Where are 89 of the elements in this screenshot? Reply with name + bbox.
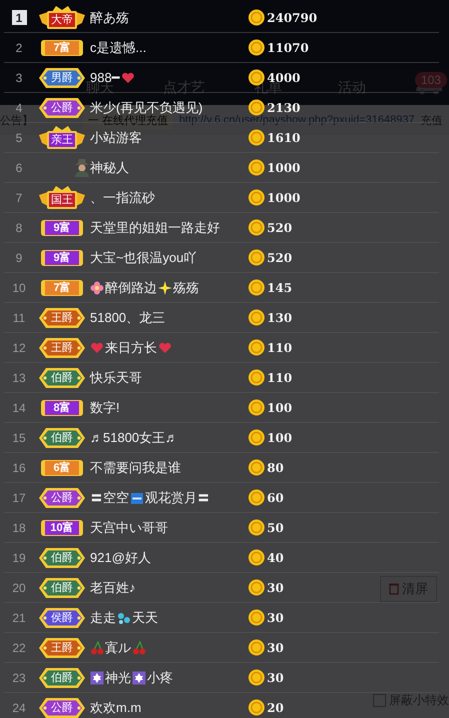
- rank-number: 24: [12, 700, 26, 714]
- coin-amount: 240790: [267, 10, 318, 24]
- rank-number: 19: [12, 550, 26, 564]
- user-name: 来日方长: [105, 338, 157, 356]
- user-name: 小站游客: [90, 128, 142, 146]
- user-name: 米少(再见不负遇见): [90, 98, 203, 115]
- rank-number: 4: [16, 100, 22, 114]
- user-name: 921@好人: [90, 548, 151, 566]
- user-name: 天堂里的姐姐一路走好: [90, 218, 220, 236]
- coin-amount: 1610: [267, 130, 300, 144]
- coin-amount: 110: [267, 370, 292, 384]
- user-name: 不需要问我是谁: [90, 458, 181, 476]
- coin-amount: 20: [267, 700, 284, 714]
- rank-number: 8: [16, 220, 22, 234]
- user-name: c是遗憾...: [90, 38, 146, 56]
- coin-amount: 2130: [267, 100, 300, 114]
- rank-number: 15: [12, 430, 26, 444]
- user-name: 欢欢m.m: [90, 698, 142, 716]
- rank-number: 21: [12, 610, 26, 624]
- rank-number: 11: [12, 310, 26, 324]
- user-name: ♬51800女王♬: [90, 428, 178, 446]
- user-name: 、一指流砂: [90, 188, 155, 206]
- rank-number: 6: [16, 160, 22, 174]
- user-name: 殇殇: [173, 278, 199, 296]
- title-badge: 伯爵: [39, 666, 85, 688]
- coin-amount: 100: [267, 400, 292, 414]
- coin-amount: 50: [267, 520, 284, 534]
- user-name: 小疼: [147, 668, 173, 686]
- coin-amount: 30: [267, 670, 284, 684]
- user-name: 神光: [105, 668, 131, 686]
- rank-number: 13: [12, 370, 26, 384]
- title-badge: 伯爵: [39, 426, 85, 448]
- coin-amount: 110: [267, 340, 292, 354]
- coin-amount: 40: [267, 550, 284, 564]
- coin-amount: 145: [267, 280, 292, 294]
- user-name: 数字!: [90, 398, 120, 416]
- coin-amount: 520: [267, 250, 292, 264]
- user-name: 醉倒路边: [105, 278, 157, 296]
- coin-amount: 1000: [267, 160, 300, 174]
- user-name: 走走: [90, 608, 116, 626]
- title-badge: 王爵: [39, 336, 85, 358]
- rank-number: 12: [12, 340, 26, 354]
- rank-number: 5: [16, 130, 22, 144]
- rank-number: 10: [12, 280, 26, 294]
- rank-number: 2: [16, 40, 22, 54]
- title-badge: 公爵: [39, 96, 85, 118]
- user-name: 快乐天哥: [90, 368, 142, 386]
- user-name: 天宫中い哥哥: [90, 518, 168, 536]
- coin-amount: 100: [267, 430, 292, 444]
- user-name: 观花赏月〓: [145, 488, 210, 506]
- coin-amount: 30: [267, 580, 284, 594]
- title-badge: 公爵: [39, 696, 85, 718]
- coin-amount: 520: [267, 220, 292, 234]
- rank-number: 1: [12, 10, 26, 25]
- coin-amount: 30: [267, 610, 284, 624]
- user-name: 大宝~也很温you吖: [90, 248, 197, 266]
- rank-number: 7: [16, 190, 22, 204]
- title-badge: 伯爵: [39, 546, 85, 568]
- title-badge: 王爵: [39, 306, 85, 328]
- title-badge: 公爵: [39, 486, 85, 508]
- coin-amount: 60: [267, 490, 284, 504]
- title-badge: 王爵: [39, 636, 85, 658]
- user-name: 51800、龙三: [90, 308, 166, 326]
- coin-amount: 80: [267, 460, 284, 474]
- user-name: 老百姓♪: [90, 578, 136, 596]
- user-name: 〓空空: [90, 488, 129, 506]
- user-name: 988━: [90, 70, 120, 84]
- coin-amount: 4000: [267, 70, 300, 84]
- coin-amount: 1000: [267, 190, 300, 204]
- user-name: 天天: [132, 608, 158, 626]
- title-badge: 侯爵: [39, 606, 85, 628]
- rank-number: 14: [12, 400, 26, 414]
- user-name: 神秘人: [90, 158, 129, 176]
- coin-amount: 11070: [267, 40, 309, 54]
- rank-number: 23: [12, 670, 26, 684]
- title-badge: 男爵: [39, 66, 85, 88]
- rank-number: 22: [12, 640, 26, 654]
- rank-number: 18: [12, 520, 26, 534]
- title-badge: 伯爵: [39, 576, 85, 598]
- title-badge: 伯爵: [39, 366, 85, 388]
- coin-amount: 30: [267, 640, 284, 654]
- rank-number: 17: [12, 490, 26, 504]
- rank-number: 3: [16, 70, 22, 84]
- rank-number: 16: [12, 460, 26, 474]
- user-name: 醉あ殇: [90, 8, 129, 26]
- rank-number: 9: [16, 250, 22, 264]
- rank-number: 20: [12, 580, 26, 594]
- coin-amount: 130: [267, 310, 292, 324]
- user-name: 寘ル: [105, 638, 131, 656]
